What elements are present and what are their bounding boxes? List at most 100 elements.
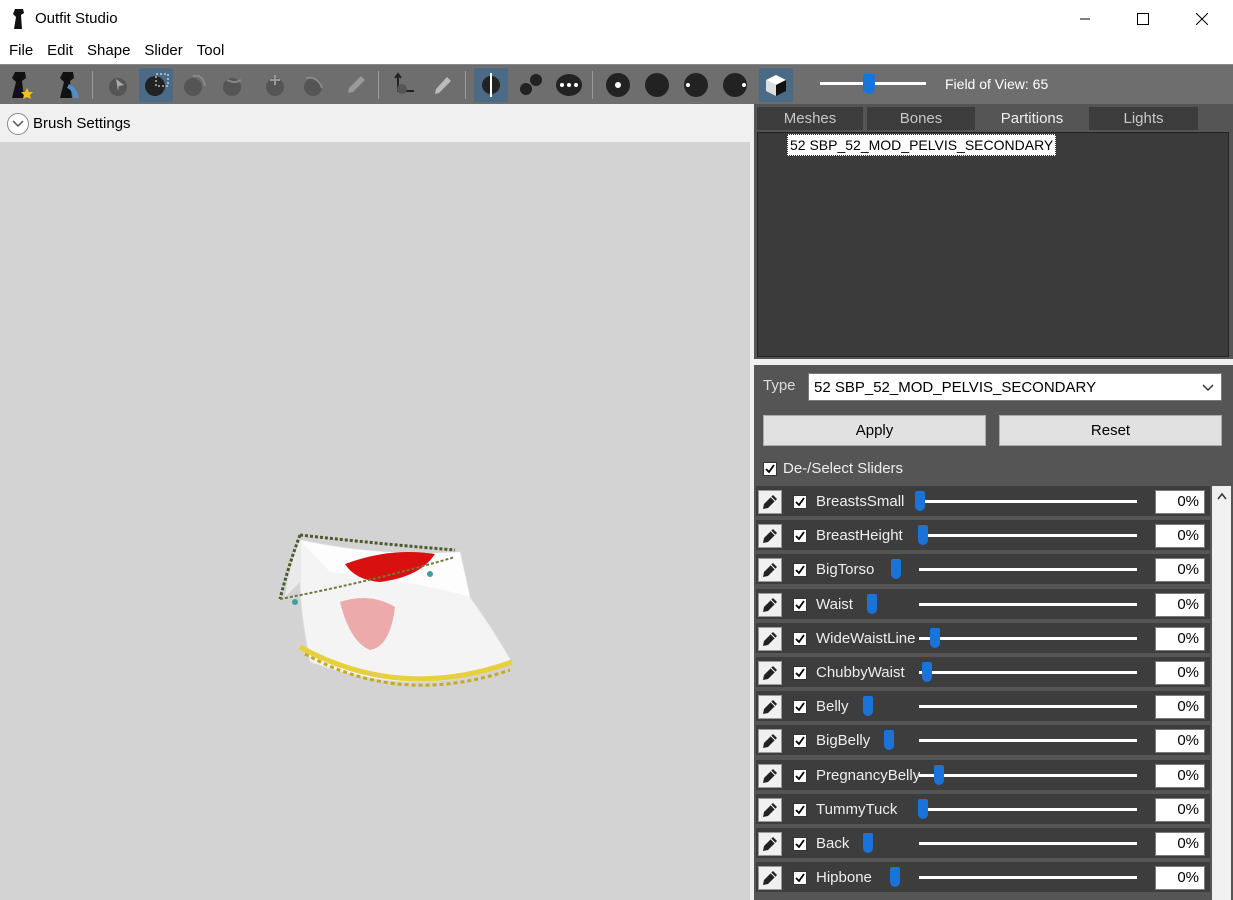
- slider-thumb[interactable]: [918, 798, 928, 819]
- panel-splitter[interactable]: [754, 359, 1233, 365]
- smooth-brush-button[interactable]: [296, 68, 330, 102]
- maximize-button[interactable]: [1114, 0, 1172, 38]
- slider-checkbox[interactable]: [793, 495, 807, 509]
- slider-checkbox[interactable]: [793, 563, 807, 578]
- pick-button[interactable]: [425, 68, 459, 102]
- edit-slider-button[interactable]: [758, 524, 782, 549]
- scroll-up-button[interactable]: [1212, 486, 1231, 506]
- type-dropdown[interactable]: 52 SBP_52_MOD_PELVIS_SECONDARY: [808, 373, 1222, 401]
- edit-slider-button[interactable]: [758, 592, 782, 617]
- tab-meshes[interactable]: Meshes: [757, 107, 863, 130]
- brush-size-medium-button[interactable]: [640, 68, 674, 102]
- slider-value-field[interactable]: 0%: [1155, 695, 1205, 720]
- menu-edit[interactable]: Edit: [40, 38, 80, 64]
- slider-track[interactable]: [919, 602, 1137, 606]
- slider-list-scrollbar[interactable]: [1212, 486, 1231, 900]
- slider-thumb[interactable]: [930, 627, 940, 648]
- tab-bones[interactable]: Bones: [867, 107, 975, 130]
- slider-value-field[interactable]: 0%: [1155, 524, 1205, 549]
- brush-settings-toggle[interactable]: [7, 113, 29, 135]
- slider-thumb[interactable]: [867, 593, 877, 614]
- edit-slider-button[interactable]: [758, 695, 782, 720]
- inflate-brush-button[interactable]: [177, 68, 211, 102]
- slider-checkbox[interactable]: [793, 700, 807, 715]
- slider-track[interactable]: [919, 671, 1137, 674]
- slider-checkbox[interactable]: [793, 529, 807, 544]
- partition-list-item[interactable]: 52 SBP_52_MOD_PELVIS_SECONDARY: [787, 134, 1057, 156]
- slider-value-field[interactable]: 0%: [1155, 729, 1205, 754]
- deselect-sliders-checkbox[interactable]: [763, 461, 777, 476]
- slider-checkbox[interactable]: [793, 802, 807, 817]
- slider-track[interactable]: [919, 773, 1137, 777]
- edit-slider-button[interactable]: [758, 626, 782, 651]
- slider-track[interactable]: [919, 705, 1137, 709]
- cube-view-button[interactable]: [759, 68, 793, 102]
- slider-checkbox[interactable]: [793, 597, 807, 612]
- close-button[interactable]: [1173, 0, 1231, 38]
- slider-value-field[interactable]: 0%: [1155, 490, 1205, 514]
- transform-button[interactable]: [387, 68, 421, 102]
- slider-value-field[interactable]: 0%: [1155, 866, 1205, 891]
- edit-slider-button[interactable]: [758, 558, 782, 583]
- slider-track[interactable]: [919, 739, 1137, 743]
- edit-slider-button[interactable]: [758, 866, 782, 891]
- brush-size-xlarge-button[interactable]: [718, 68, 752, 102]
- mask-brush-button[interactable]: [139, 68, 173, 102]
- slider-checkbox[interactable]: [793, 837, 807, 851]
- deflate-brush-button[interactable]: [215, 68, 249, 102]
- move-brush-button[interactable]: [258, 68, 292, 102]
- slider-thumb[interactable]: [934, 764, 944, 785]
- slider-track[interactable]: [919, 636, 1137, 640]
- slider-thumb[interactable]: [884, 730, 894, 751]
- mirror-x-button[interactable]: [474, 68, 508, 102]
- slider-value-field[interactable]: 0%: [1155, 558, 1205, 583]
- slider-track[interactable]: [919, 568, 1137, 572]
- deselect-sliders[interactable]: De-/Select Sliders: [763, 460, 903, 477]
- slider-checkbox[interactable]: [793, 666, 807, 680]
- global-brush-button[interactable]: [552, 68, 586, 102]
- edit-slider-button[interactable]: [758, 490, 782, 514]
- tab-partitions[interactable]: Partitions: [978, 107, 1086, 130]
- slider-track[interactable]: [919, 534, 1137, 538]
- slider-thumb[interactable]: [922, 662, 932, 682]
- slider-value-field[interactable]: 0%: [1155, 592, 1205, 617]
- partition-list[interactable]: [757, 132, 1229, 357]
- field-of-view-slider-thumb[interactable]: [863, 74, 875, 94]
- edit-slider-button[interactable]: [758, 797, 782, 822]
- menu-shape[interactable]: Shape: [80, 38, 137, 64]
- weight-paint-button[interactable]: [338, 68, 372, 102]
- menu-tool[interactable]: Tool: [190, 38, 232, 64]
- slider-value-field[interactable]: 0%: [1155, 797, 1205, 822]
- slider-value-field[interactable]: 0%: [1155, 763, 1205, 788]
- edit-slider-button[interactable]: [758, 832, 782, 856]
- slider-thumb[interactable]: [915, 491, 925, 511]
- slider-value-field[interactable]: 0%: [1155, 661, 1205, 685]
- slider-value-field[interactable]: 0%: [1155, 832, 1205, 856]
- slider-thumb[interactable]: [863, 833, 873, 853]
- slider-thumb[interactable]: [891, 559, 901, 580]
- slider-track[interactable]: [919, 876, 1137, 880]
- slider-thumb[interactable]: [890, 867, 900, 888]
- minimize-button[interactable]: [1056, 0, 1114, 38]
- edit-slider-button[interactable]: [758, 661, 782, 685]
- brush-size-small-button[interactable]: [601, 68, 635, 102]
- slider-track[interactable]: [919, 842, 1137, 845]
- slider-checkbox[interactable]: [793, 768, 807, 783]
- menu-file[interactable]: File: [2, 38, 40, 64]
- tab-lights[interactable]: Lights: [1089, 107, 1198, 130]
- edit-slider-button[interactable]: [758, 729, 782, 754]
- new-project-button[interactable]: [4, 68, 38, 102]
- brush-size-large-button[interactable]: [679, 68, 713, 102]
- slider-checkbox[interactable]: [793, 734, 807, 749]
- slider-track[interactable]: [919, 807, 1137, 811]
- load-outfit-button[interactable]: [52, 68, 86, 102]
- menu-slider[interactable]: Slider: [137, 38, 189, 64]
- slider-checkbox[interactable]: [793, 631, 807, 646]
- edit-slider-button[interactable]: [758, 763, 782, 788]
- connected-only-button[interactable]: [514, 68, 548, 102]
- select-button[interactable]: [101, 68, 135, 102]
- apply-button[interactable]: Apply: [763, 415, 986, 446]
- reset-button[interactable]: Reset: [999, 415, 1222, 446]
- slider-checkbox[interactable]: [793, 871, 807, 886]
- slider-track[interactable]: [919, 500, 1137, 503]
